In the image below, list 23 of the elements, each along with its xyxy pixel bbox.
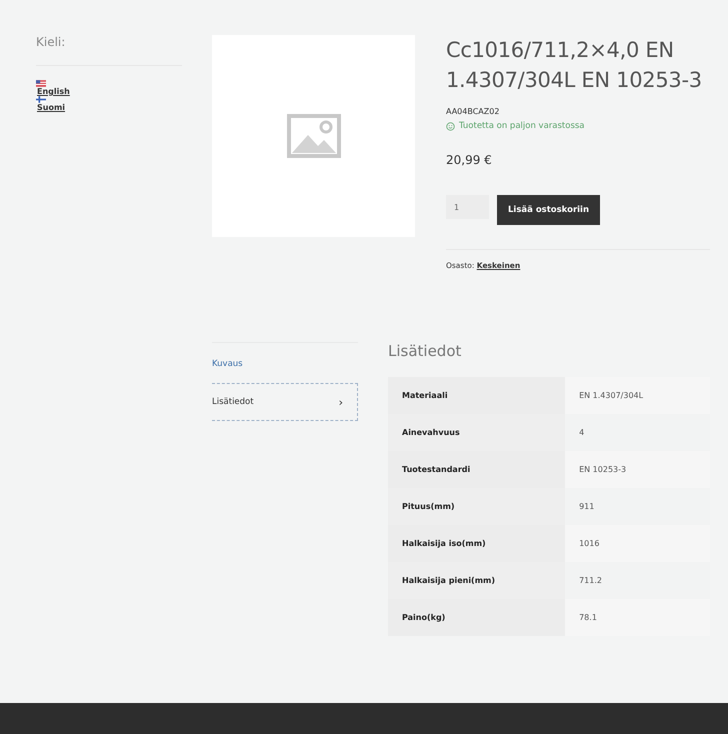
smile-icon — [446, 122, 455, 130]
section-title: Lisätiedot — [388, 342, 462, 360]
stock-status: Tuotetta on paljon varastossa — [459, 121, 585, 131]
table-cell: Pituus(mm) — [388, 488, 566, 525]
product-sku: AA04BCAZ02 — [446, 107, 500, 116]
table-cell: Materiaali — [388, 377, 566, 414]
language-link[interactable]: English — [37, 87, 70, 96]
table-cell: Paino(kg) — [388, 599, 566, 636]
widget-title: Kieli: — [36, 35, 182, 66]
product-title: Cc1016/711,2×4,0 EN 1.4307/304L EN 10253-3 — [446, 37, 703, 94]
tab[interactable]: Kuvaus — [212, 345, 358, 383]
table-cell: Halkaisija pieni(mm) — [388, 562, 566, 599]
quantity-field[interactable]: 1 — [446, 195, 489, 219]
flag-icon — [36, 96, 46, 103]
tab[interactable]: Lisätiedot › — [212, 383, 358, 421]
add-to-cart-button[interactable]: Lisää ostoskoriin — [497, 195, 600, 225]
flag-icon — [36, 80, 46, 87]
table-cell: Halkaisija iso(mm) — [388, 525, 566, 562]
image-icon — [286, 113, 342, 159]
table-cell: Tuotestandardi — [388, 451, 566, 488]
product-price: 20,99 € — [446, 153, 493, 167]
table-cell: Ainevahvuus — [388, 414, 566, 451]
language-link[interactable]: Suomi — [37, 103, 66, 112]
